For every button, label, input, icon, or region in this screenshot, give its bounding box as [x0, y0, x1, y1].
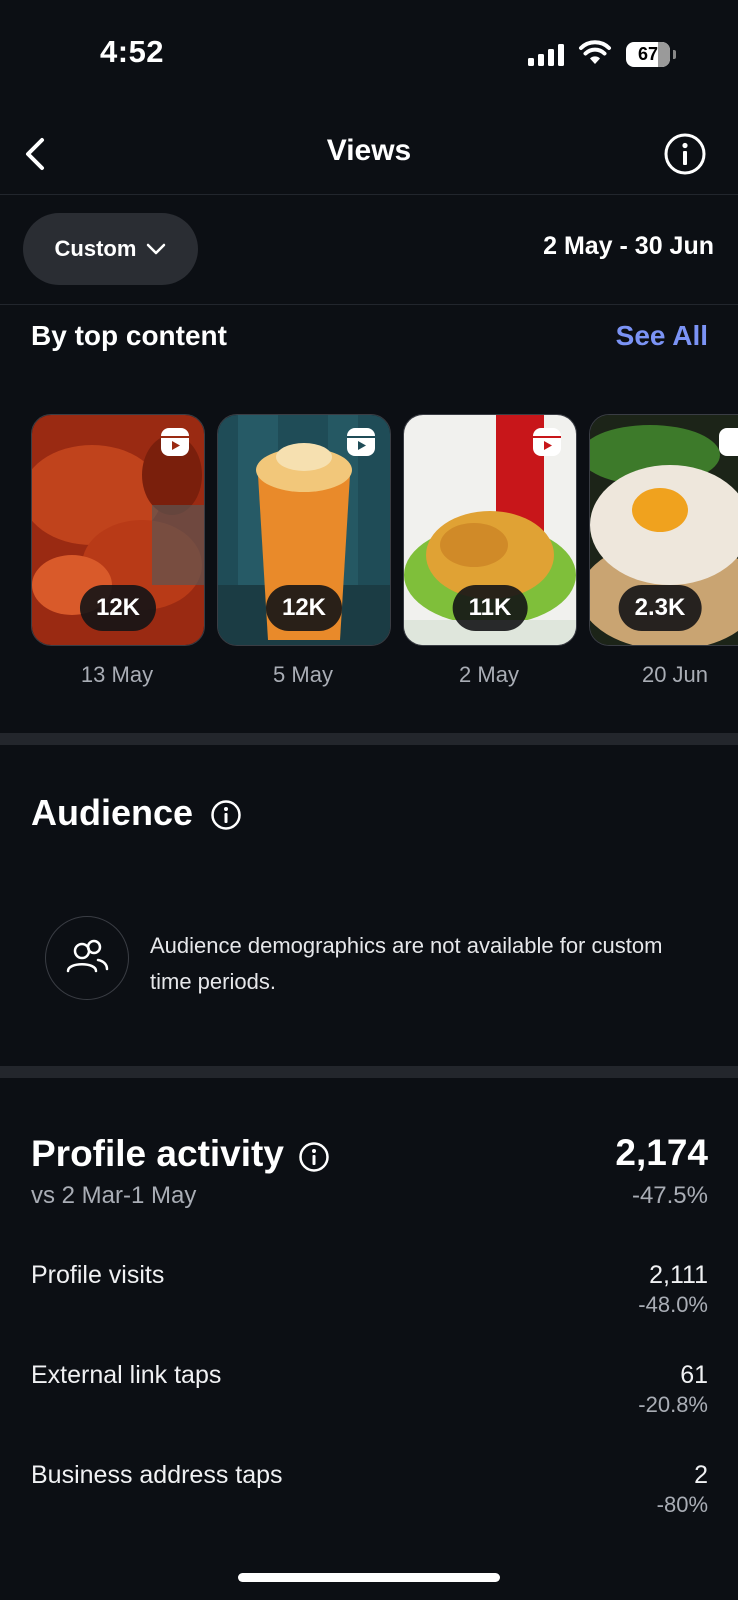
metric-change: -48.0% — [638, 1292, 708, 1317]
wifi-icon — [579, 40, 611, 64]
info-icon[interactable] — [298, 1141, 330, 1173]
reel-icon — [719, 428, 738, 456]
content-thumbnail[interactable]: 12K — [217, 414, 391, 646]
date-filter-dropdown[interactable]: Custom — [23, 213, 198, 285]
content-date: 2 May — [459, 662, 519, 687]
info-icon[interactable] — [663, 132, 707, 176]
battery-level: 67 — [637, 44, 659, 64]
view-count-badge: 11K — [452, 585, 528, 631]
reel-icon — [533, 428, 561, 456]
metric-change: -80% — [656, 1492, 708, 1517]
info-icon[interactable] — [210, 799, 242, 831]
date-range: 2 May - 30 Jun — [543, 232, 714, 260]
content-thumbnail[interactable]: 12K — [31, 414, 205, 646]
people-icon — [45, 916, 129, 1000]
profile-activity-change: -47.5% — [631, 1182, 708, 1209]
divider — [0, 194, 738, 195]
metric-label: Profile visits — [31, 1261, 165, 1289]
date-filter-label: Custom — [54, 236, 137, 261]
profile-activity-title: Profile activity — [31, 1133, 284, 1174]
content-thumbnail[interactable]: 11K — [403, 414, 577, 646]
view-count-badge: 12K — [265, 585, 343, 631]
metric-label: Business address taps — [31, 1461, 283, 1489]
view-count-badge: 2.3K — [618, 585, 702, 631]
view-count-badge: 12K — [79, 585, 157, 631]
battery-icon: 67 — [626, 42, 676, 67]
reel-icon — [347, 428, 375, 456]
top-content-title: By top content — [31, 320, 227, 351]
metric-value: 2,111 — [649, 1261, 708, 1289]
content-date: 13 May — [80, 662, 154, 687]
metric-change: -20.8% — [638, 1392, 708, 1417]
see-all-link[interactable]: See All — [616, 320, 708, 352]
metric-value: 2 — [694, 1461, 708, 1489]
comparison-period: vs 2 Mar-1 May — [31, 1182, 197, 1209]
content-date: 5 May — [273, 662, 333, 687]
audience-unavailable-message: Audience demographics are not available … — [150, 933, 663, 994]
divider — [0, 304, 738, 305]
metric-label: External link taps — [31, 1361, 222, 1389]
profile-activity-total: 2,174 — [615, 1132, 708, 1173]
cellular-signal-icon — [528, 42, 564, 66]
reel-icon — [161, 428, 189, 456]
section-separator — [0, 733, 738, 745]
audience-title: Audience — [31, 792, 194, 833]
chevron-down-icon — [147, 243, 166, 255]
section-separator — [0, 1066, 738, 1078]
page-title: Views — [326, 134, 412, 167]
status-time: 4:52 — [100, 34, 165, 69]
home-indicator — [238, 1573, 500, 1582]
metric-value: 61 — [680, 1361, 708, 1389]
content-thumbnail[interactable]: 2.3K — [589, 414, 738, 646]
content-date: 20 Jun — [641, 662, 709, 687]
